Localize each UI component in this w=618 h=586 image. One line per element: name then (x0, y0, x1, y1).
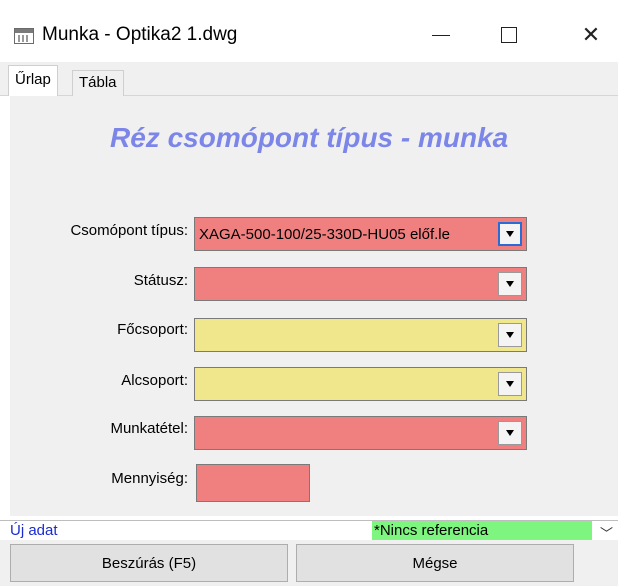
tab-tabla[interactable]: Tábla (72, 70, 124, 96)
app-icon (14, 28, 34, 44)
sub-group-label: Alcsoport: (121, 372, 188, 389)
minimize-button[interactable] (418, 10, 464, 60)
sub-group-combo[interactable] (194, 367, 527, 401)
new-record-status: Új adat (10, 522, 58, 539)
tab-urlap[interactable]: Űrlap (8, 65, 58, 96)
quantity-label: Mennyiség: (111, 470, 188, 487)
node-type-value: XAGA-500-100/25-330D-HU05 előf.le (199, 225, 450, 243)
work-item-combo[interactable] (194, 416, 527, 450)
status-bar: Új adat *Nincs referencia ﹀ (0, 520, 618, 541)
button-bar: Beszúrás (F5) Mégse (0, 540, 618, 586)
tab-strip: Űrlap Tábla (0, 62, 618, 96)
form-heading: Réz csomópont típus - munka (110, 122, 509, 153)
title-bar: Munka - Optika2 1.dwg ✕ (0, 0, 618, 62)
work-item-label: Munkatétel: (110, 420, 188, 437)
reference-status: *Nincs referencia (372, 521, 592, 540)
chevron-down-icon[interactable] (498, 421, 522, 445)
window-title: Munka - Optika2 1.dwg (42, 24, 238, 45)
main-group-combo[interactable] (194, 318, 527, 352)
form-panel (10, 96, 618, 516)
chevron-down-icon[interactable] (498, 272, 522, 296)
main-group-label: Főcsoport: (117, 321, 188, 338)
status-combo[interactable] (194, 267, 527, 301)
maximize-icon (501, 27, 517, 43)
maximize-button[interactable] (486, 10, 532, 60)
insert-button[interactable]: Beszúrás (F5) (10, 544, 288, 582)
quantity-input[interactable] (196, 464, 310, 502)
node-type-combo[interactable]: XAGA-500-100/25-330D-HU05 előf.le (194, 217, 527, 251)
chevron-down-icon[interactable] (498, 323, 522, 347)
minimize-icon (432, 34, 450, 36)
close-button[interactable]: ✕ (568, 10, 614, 60)
close-icon: ✕ (581, 22, 601, 47)
chevron-down-icon[interactable] (498, 372, 522, 396)
node-type-label: Csomópont típus: (70, 222, 188, 239)
chevron-down-icon[interactable] (498, 222, 522, 246)
status-label: Státusz: (133, 272, 188, 289)
cancel-button[interactable]: Mégse (296, 544, 574, 582)
